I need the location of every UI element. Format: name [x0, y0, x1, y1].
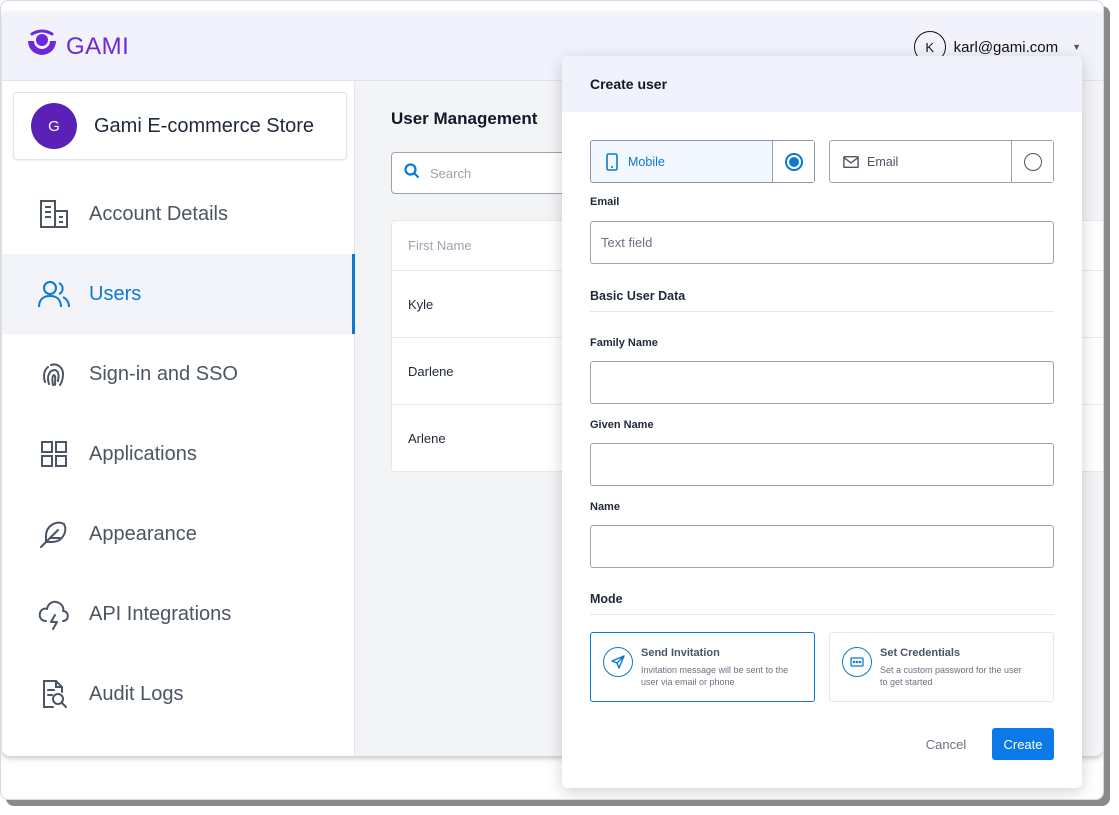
given-name-field[interactable] — [590, 443, 1054, 486]
mode-title: Send Invitation — [641, 647, 720, 659]
mode-send-invitation[interactable]: Send Invitation Invitation message will … — [590, 632, 815, 702]
mode-description: Set a custom password for the user to ge… — [880, 665, 1022, 687]
contact-option-label: Mobile — [628, 154, 665, 169]
window-frame: GAMI K karl@gami.com ▼ G Gami E-commerce… — [0, 0, 1104, 800]
sidebar-item-label: Appearance — [89, 522, 197, 545]
gami-logo-icon — [26, 29, 58, 64]
fingerprint-icon — [36, 356, 72, 392]
family-name-label: Family Name — [590, 337, 658, 349]
section-mode: Mode — [590, 592, 623, 606]
email-field[interactable]: Text field — [590, 221, 1054, 264]
phone-icon — [604, 152, 620, 171]
sidebar-item-label: Audit Logs — [89, 682, 184, 705]
sidebar-item-label: Sign-in and SSO — [89, 362, 238, 385]
sidebar-item-label: Account Details — [89, 202, 228, 225]
create-user-modal: Create user Mobile Email Email Text fiel… — [562, 56, 1082, 788]
divider — [590, 311, 1054, 312]
create-button[interactable]: Create — [992, 728, 1054, 760]
grid-icon — [36, 436, 72, 472]
chevron-down-icon[interactable]: ▼ — [1072, 42, 1081, 52]
divider — [590, 614, 1054, 615]
sidebar-nav: Account Details Users Sign-in and SSO Ap… — [2, 174, 355, 734]
mobile-radio[interactable] — [772, 141, 814, 182]
name-label: Name — [590, 501, 620, 513]
cancel-button[interactable]: Cancel — [906, 728, 986, 760]
section-basic-user-data: Basic User Data — [590, 289, 686, 303]
org-avatar: G — [31, 103, 77, 149]
sidebar: G Gami E-commerce Store Account Details — [2, 81, 355, 756]
sidebar-item-appearance[interactable]: Appearance — [2, 494, 355, 574]
contact-option-mobile[interactable]: Mobile — [590, 140, 815, 183]
organization-card[interactable]: G Gami E-commerce Store — [13, 92, 347, 160]
users-icon — [36, 276, 72, 312]
mode-description: Invitation message will be sent to the u… — [641, 665, 789, 687]
contact-option-email[interactable]: Email — [829, 140, 1054, 183]
search-input[interactable]: Search — [391, 152, 591, 194]
feather-icon — [36, 516, 72, 552]
name-field[interactable] — [590, 525, 1054, 568]
given-name-label: Given Name — [590, 419, 654, 431]
email-label: Email — [590, 196, 620, 208]
contact-option-label: Email — [867, 154, 899, 169]
building-icon — [36, 196, 72, 232]
mail-icon — [843, 153, 859, 171]
page-title: User Management — [391, 109, 538, 128]
search-placeholder: Search — [430, 165, 472, 181]
password-icon — [842, 647, 872, 677]
org-name: Gami E-commerce Store — [94, 114, 315, 137]
send-icon — [603, 647, 633, 677]
sidebar-item-label: API Integrations — [89, 602, 232, 625]
sidebar-item-api-integrations[interactable]: API Integrations — [2, 574, 355, 654]
modal-title: Create user — [562, 56, 1082, 112]
sidebar-item-audit-logs[interactable]: Audit Logs — [2, 654, 355, 734]
user-email[interactable]: karl@gami.com — [954, 39, 1058, 56]
family-name-field[interactable] — [590, 361, 1054, 404]
sidebar-item-users[interactable]: Users — [2, 254, 355, 334]
file-search-icon — [36, 676, 72, 712]
mode-title: Set Credentials — [880, 647, 961, 659]
sidebar-item-sign-in-sso[interactable]: Sign-in and SSO — [2, 334, 355, 414]
sidebar-item-applications[interactable]: Applications — [2, 414, 355, 494]
brand-name: GAMI — [66, 32, 130, 60]
email-radio[interactable] — [1011, 141, 1053, 182]
search-icon — [404, 162, 420, 184]
brand-logo[interactable]: GAMI — [26, 29, 129, 64]
sidebar-item-label: Users — [89, 282, 142, 305]
mode-set-credentials[interactable]: Set Credentials Set a custom password fo… — [829, 632, 1054, 702]
radio-unselected[interactable] — [1023, 152, 1042, 171]
sidebar-item-account-details[interactable]: Account Details — [2, 174, 355, 254]
radio-selected[interactable] — [784, 152, 803, 171]
sidebar-item-label: Applications — [89, 442, 197, 465]
cloud-bolt-icon — [36, 596, 72, 632]
